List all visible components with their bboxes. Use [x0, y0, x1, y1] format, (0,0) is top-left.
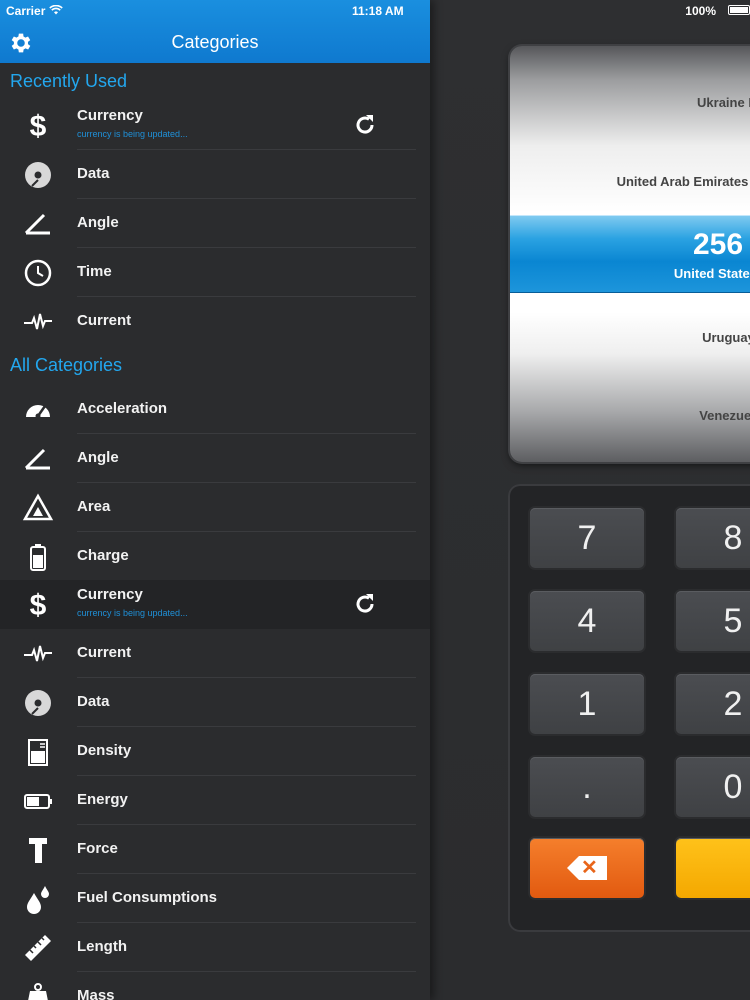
- recent-item-current[interactable]: Current: [0, 297, 430, 346]
- item-label: Force: [77, 840, 118, 857]
- recent-item-data[interactable]: Data: [0, 150, 430, 199]
- recent-item-currency[interactable]: $ Currency currency is being updated...: [0, 101, 430, 150]
- angle-icon: [24, 213, 50, 235]
- item-label: Area: [77, 498, 111, 515]
- refresh-icon[interactable]: [352, 112, 378, 138]
- speedometer-icon: [26, 405, 50, 419]
- item-label: Energy: [77, 791, 128, 808]
- item-label: Current: [77, 644, 132, 661]
- dollar-icon: $: [30, 589, 47, 621]
- pulse-icon: [24, 645, 52, 662]
- delete-button[interactable]: [530, 838, 644, 898]
- key-5[interactable]: 5: [676, 591, 750, 651]
- section-heading-all-categories: All Categories: [10, 355, 123, 375]
- category-item-force[interactable]: Force: [0, 825, 430, 874]
- picker-item[interactable]: United Arab Emirates Dir: [530, 174, 750, 189]
- key-decimal[interactable]: .: [530, 757, 644, 817]
- wifi-icon: [49, 5, 63, 15]
- item-label: Data: [77, 165, 110, 182]
- categories-panel: Carrier 11:18 AM Categories Recently Use…: [0, 0, 430, 1000]
- item-label: Charge: [77, 547, 129, 564]
- key-1[interactable]: 1: [530, 674, 644, 734]
- converter-panel: 100% Ukraine Hry United Arab Emirates Di…: [430, 0, 750, 1000]
- item-label: Angle: [77, 449, 119, 466]
- item-label: Density: [77, 742, 132, 759]
- keypad: 7 8 4 5 1 2 . 0: [508, 484, 750, 932]
- navigation-bar: Carrier 11:18 AM Categories: [0, 0, 430, 63]
- item-label: Currency: [77, 586, 143, 603]
- battery-vertical-icon: [30, 544, 46, 571]
- carrier-label: Carrier: [6, 4, 46, 18]
- section-heading-recently-used: Recently Used: [10, 71, 128, 91]
- svg-text:$: $: [30, 110, 47, 142]
- item-subtitle: currency is being updated...: [77, 608, 188, 618]
- item-label: Angle: [77, 214, 119, 231]
- category-item-length[interactable]: Length: [0, 923, 430, 972]
- disc-icon: [25, 690, 51, 716]
- weight-icon: [28, 983, 48, 1000]
- picker-selected-row[interactable]: 256 United States D: [510, 215, 750, 293]
- backspace-icon: [567, 856, 607, 880]
- item-label: Mass: [77, 987, 115, 1000]
- key-7[interactable]: 7: [530, 508, 644, 568]
- item-label: Length: [77, 938, 127, 955]
- disc-icon: [25, 162, 51, 188]
- selected-currency-name: United States D: [673, 266, 750, 281]
- battery-percentage: 100%: [685, 4, 716, 18]
- hammer-icon: [29, 838, 47, 863]
- category-item-mass[interactable]: Mass: [0, 972, 430, 1000]
- key-0[interactable]: 0: [676, 757, 750, 817]
- page-title: Categories: [171, 32, 259, 52]
- beaker-icon: [28, 739, 48, 766]
- picker-item[interactable]: Venezuelan: [530, 408, 750, 423]
- key-4[interactable]: 4: [530, 591, 644, 651]
- item-label: Data: [77, 693, 110, 710]
- dollar-icon: $: [30, 110, 47, 142]
- category-item-density[interactable]: Density: [0, 727, 430, 776]
- refresh-icon[interactable]: [352, 591, 378, 617]
- clock-label: 11:18 AM: [352, 4, 404, 18]
- item-label: Current: [77, 312, 132, 329]
- item-label: Fuel Consumptions: [77, 889, 217, 906]
- confirm-button[interactable]: [676, 838, 750, 898]
- category-item-angle[interactable]: Angle: [0, 434, 430, 483]
- item-label: Time: [77, 263, 112, 280]
- angle-icon: [24, 448, 50, 470]
- category-item-area[interactable]: Area: [0, 483, 430, 532]
- category-item-current[interactable]: Current: [0, 629, 430, 678]
- item-label: Acceleration: [77, 400, 168, 417]
- category-item-charge[interactable]: Charge: [0, 532, 430, 581]
- battery-icon: [728, 5, 750, 15]
- category-item-data[interactable]: Data: [0, 678, 430, 727]
- item-label: Currency: [77, 107, 143, 124]
- recent-item-angle[interactable]: Angle: [0, 199, 430, 248]
- picker-item[interactable]: Uruguayan: [530, 330, 750, 345]
- item-subtitle: currency is being updated...: [77, 129, 188, 139]
- converted-value: 256: [693, 228, 744, 261]
- picker-item[interactable]: Ukraine Hry: [530, 95, 750, 110]
- category-item-fuel-consumptions[interactable]: Fuel Consumptions: [0, 874, 430, 923]
- triangle-icon: [22, 493, 54, 521]
- pulse-icon: [24, 313, 52, 330]
- category-item-energy[interactable]: Energy: [0, 776, 430, 825]
- recent-item-time[interactable]: Time: [0, 248, 430, 297]
- battery-horizontal-icon: [24, 794, 52, 809]
- ruler-icon: [25, 935, 51, 961]
- currency-picker[interactable]: Ukraine Hry United Arab Emirates Dir 256…: [510, 46, 750, 462]
- category-item-currency[interactable]: $ Currency currency is being updated...: [0, 580, 430, 629]
- drops-icon: [27, 886, 49, 914]
- key-2[interactable]: 2: [676, 674, 750, 734]
- clock-icon: [24, 259, 52, 287]
- category-item-acceleration[interactable]: Acceleration: [0, 385, 430, 434]
- svg-text:$: $: [30, 589, 47, 621]
- key-8[interactable]: 8: [676, 508, 750, 568]
